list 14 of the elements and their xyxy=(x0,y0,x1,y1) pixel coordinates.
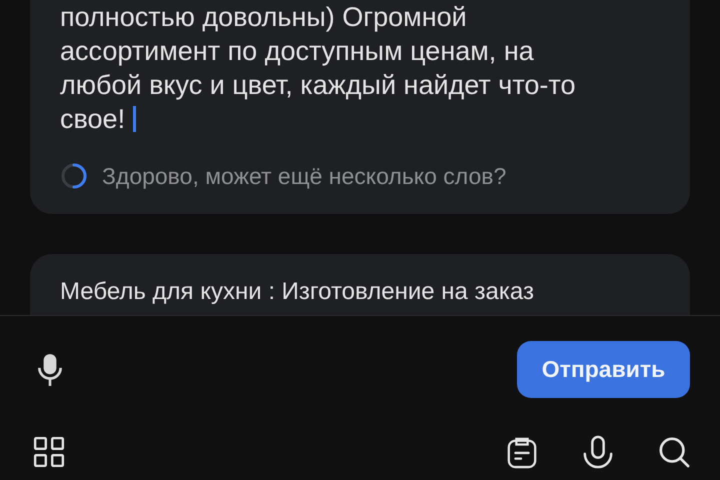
send-button[interactable]: Отправить xyxy=(517,341,690,398)
listing-title: Мебель для кухни : Изготовление на заказ xyxy=(60,278,534,305)
hint-text: Здорово, может ещё несколько слов? xyxy=(102,162,506,190)
text-cursor xyxy=(133,106,136,132)
review-text-line: любой вкус и цвет, каждый найдет что-то xyxy=(60,70,576,100)
clipboard-icon[interactable] xyxy=(506,434,538,468)
review-text-line: ассортимент по доступным ценам, на xyxy=(60,36,534,66)
loading-spinner-icon xyxy=(60,162,88,190)
grid-icon[interactable] xyxy=(33,434,65,468)
microphone-icon[interactable] xyxy=(582,434,614,468)
review-text-line: полностью довольны) Огромной xyxy=(60,2,467,32)
microphone-icon[interactable] xyxy=(37,352,63,386)
review-text-line: свое! xyxy=(60,104,126,134)
search-icon[interactable] xyxy=(658,434,690,468)
